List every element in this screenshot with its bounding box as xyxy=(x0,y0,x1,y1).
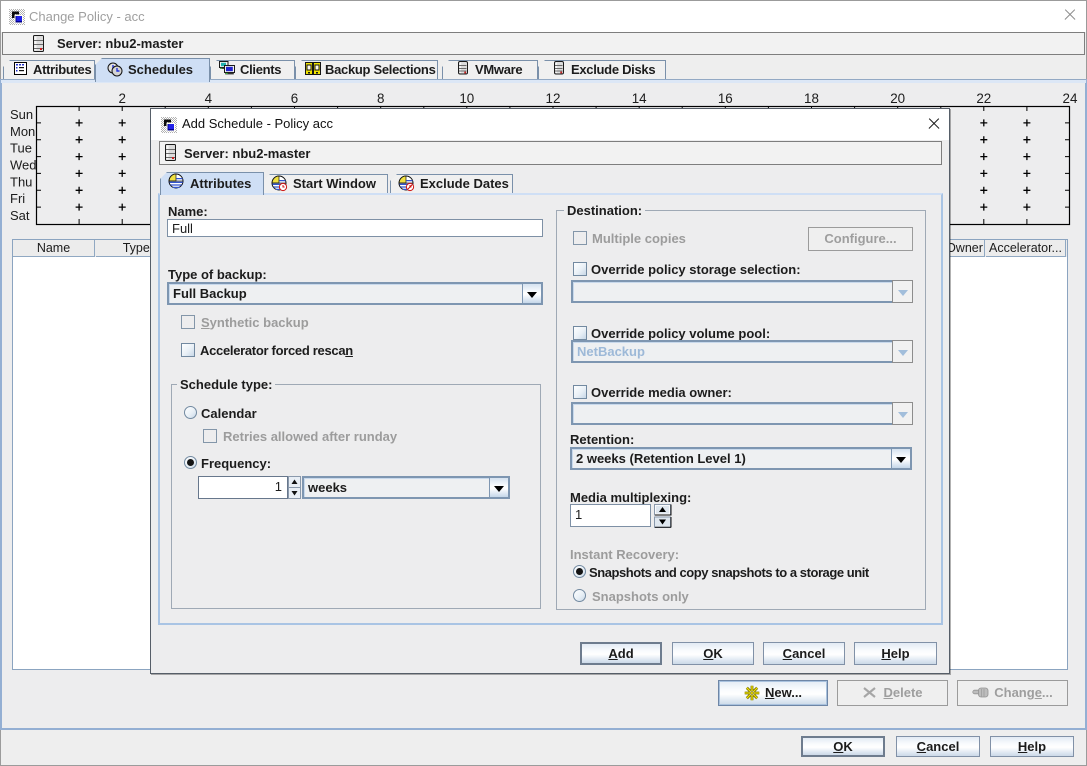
svg-text:4: 4 xyxy=(205,91,213,106)
svg-text:Fri: Fri xyxy=(10,191,25,206)
svg-text:Tue: Tue xyxy=(10,141,32,156)
svg-text:Sat: Sat xyxy=(10,208,30,223)
svg-text:6: 6 xyxy=(291,91,298,106)
svg-text:18: 18 xyxy=(804,91,819,106)
svg-text:Thu: Thu xyxy=(10,174,32,189)
svg-text:22: 22 xyxy=(976,91,991,106)
svg-text:20: 20 xyxy=(890,91,905,106)
svg-text:Sun: Sun xyxy=(10,107,33,122)
svg-text:Wed: Wed xyxy=(10,158,37,173)
svg-text:16: 16 xyxy=(718,91,733,106)
svg-text:8: 8 xyxy=(377,91,384,106)
svg-text:12: 12 xyxy=(546,91,561,106)
svg-text:24: 24 xyxy=(1063,91,1078,106)
svg-text:2: 2 xyxy=(118,91,125,106)
svg-text:10: 10 xyxy=(459,91,474,106)
svg-text:Mon: Mon xyxy=(10,124,35,139)
svg-text:14: 14 xyxy=(632,91,647,106)
